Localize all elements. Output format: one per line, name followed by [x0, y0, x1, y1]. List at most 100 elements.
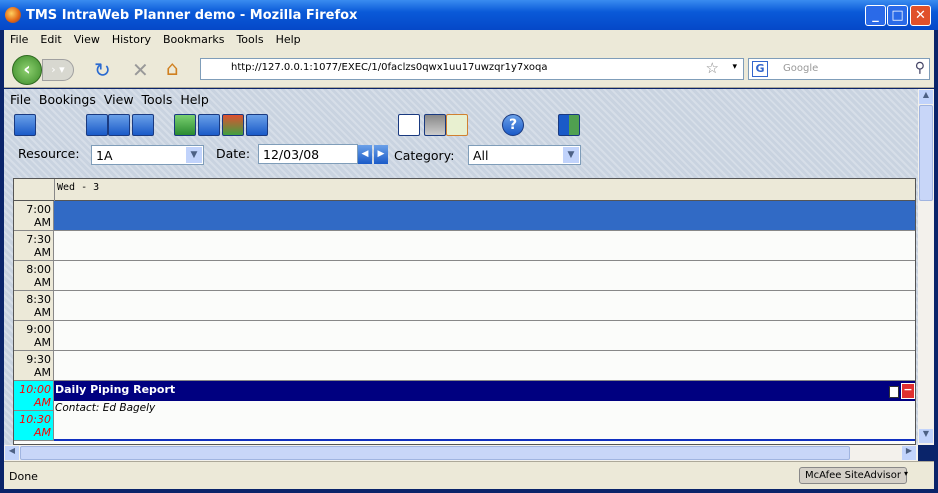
time-slot-row[interactable] [54, 291, 915, 321]
back-button[interactable]: ‹ [12, 55, 42, 85]
resource-value: 1A [96, 148, 113, 163]
vertical-scroll-thumb[interactable] [919, 105, 933, 201]
time-slot-label: 10:30 AM [14, 411, 54, 441]
firefox-icon [5, 7, 21, 23]
event-contact: Contact: Ed Bagely [55, 402, 156, 414]
day-view-icon[interactable] [198, 114, 220, 136]
scroll-right-button[interactable]: ▶ [902, 446, 916, 460]
slot-ampm: AM [33, 336, 51, 349]
next-date-button[interactable]: ▶ [374, 145, 388, 164]
slot-time: 7:30 [26, 233, 51, 246]
refresh-icon[interactable] [174, 114, 196, 136]
time-slot-label: 9:30 AM [14, 351, 54, 381]
window-titlebar: TMS IntraWeb Planner demo - Mozilla Fire… [0, 0, 938, 30]
time-slot-label: 10:00 AM [14, 381, 54, 411]
home-icon[interactable]: ⌂ [166, 56, 179, 80]
menu-file[interactable]: File [4, 30, 34, 46]
checklist-icon[interactable] [398, 114, 420, 136]
month-view-icon[interactable] [246, 114, 268, 136]
slot-time: 10:30 [19, 413, 51, 426]
minimize-button[interactable]: _ [865, 5, 886, 26]
chevron-down-icon[interactable]: ▾ [904, 469, 908, 478]
scroll-down-button[interactable]: ▼ [919, 429, 933, 443]
menu-view[interactable]: View [68, 30, 106, 46]
mcafee-siteadvisor-button[interactable]: McAfee SiteAdvisor [799, 467, 907, 484]
category-value: All [473, 148, 489, 163]
menu-tools[interactable]: Tools [230, 30, 269, 46]
day-header: Wed - 3 [54, 179, 101, 201]
search-icon[interactable]: ⚲ [915, 60, 925, 76]
event-title: Daily Piping Report [54, 381, 915, 401]
app-menu-bookings[interactable]: Bookings [39, 92, 96, 107]
slot-ampm: AM [33, 426, 51, 439]
slot-ampm: AM [33, 216, 51, 229]
exit-icon[interactable] [558, 114, 580, 136]
resource-label: Resource: [18, 146, 80, 161]
time-slot-label: 9:00 AM [14, 321, 54, 351]
slot-ampm: AM [33, 276, 51, 289]
search-booking-icon[interactable] [108, 114, 130, 136]
app-menu-file[interactable]: File [10, 92, 31, 107]
planner-header: Wed - 3 [14, 179, 915, 201]
app-menu-view[interactable]: View [104, 92, 134, 107]
app-menubar: File Bookings View Tools Help [10, 92, 217, 107]
category-select[interactable]: All ▼ [468, 145, 581, 165]
app-menu-tools[interactable]: Tools [142, 92, 173, 107]
url-input[interactable]: http://127.0.0.1:1077/EXEC/1/0faclzs0qwx… [200, 58, 744, 80]
forward-button[interactable]: › ▾ [42, 59, 74, 81]
navigation-toolbar: ‹ › ▾ ↻ ✕ ⌂ http://127.0.0.1:1077/EXEC/1… [4, 50, 934, 88]
menu-bookmarks[interactable]: Bookmarks [157, 30, 230, 46]
google-icon[interactable]: G [752, 61, 768, 77]
vertical-scrollbar[interactable]: ▲ ▼ [918, 89, 934, 445]
stop-icon[interactable]: ✕ [132, 58, 149, 82]
url-text: http://127.0.0.1:1077/EXEC/1/0faclzs0qwx… [231, 62, 548, 73]
category-view-icon[interactable] [222, 114, 244, 136]
resource-select[interactable]: 1A ▼ [91, 145, 204, 165]
calendar-list-icon[interactable] [86, 114, 108, 136]
scroll-up-button[interactable]: ▲ [919, 90, 933, 104]
browser-menubar: File Edit View History Bookmarks Tools Help [4, 30, 934, 50]
reload-icon[interactable]: ↻ [94, 58, 111, 82]
search-next-icon[interactable] [132, 114, 154, 136]
resources-icon[interactable] [424, 114, 446, 136]
slot-time: 8:00 [26, 263, 51, 276]
spreadsheet-icon[interactable] [446, 114, 468, 136]
date-value: 12/03/08 [263, 147, 320, 162]
time-slot-label: 8:00 AM [14, 261, 54, 291]
time-slot-row[interactable] [54, 351, 915, 381]
time-slot-row[interactable] [54, 261, 915, 291]
menu-edit[interactable]: Edit [34, 30, 67, 46]
slot-ampm: AM [33, 306, 51, 319]
document-icon[interactable] [889, 386, 899, 398]
date-input[interactable]: 12/03/08 [258, 144, 358, 164]
bookmark-star-icon[interactable]: ☆ [706, 59, 719, 77]
add-booking-icon[interactable] [14, 114, 36, 136]
time-slot-label: 7:30 AM [14, 231, 54, 261]
maximize-button[interactable]: □ [887, 5, 908, 26]
chevron-down-icon[interactable]: ▾ [732, 62, 737, 72]
search-placeholder: Google [783, 63, 819, 74]
time-slot-row[interactable] [54, 231, 915, 261]
page-content: File Bookings View Tools Help ? Resource: 1A… [4, 89, 918, 445]
close-button[interactable]: ✕ [910, 5, 931, 26]
window-title: TMS IntraWeb Planner demo - Mozilla Fire… [26, 8, 358, 23]
time-slot-row[interactable] [54, 201, 915, 231]
app-menu-help[interactable]: Help [180, 92, 209, 107]
menu-history[interactable]: History [106, 30, 157, 46]
help-icon[interactable]: ? [502, 114, 524, 136]
search-input[interactable]: Google G ⚲ [748, 58, 930, 80]
chevron-down-icon: ▼ [186, 147, 202, 163]
delete-icon[interactable]: − [901, 383, 915, 399]
time-slot-label: 7:00 AM [14, 201, 54, 231]
slot-ampm: AM [33, 396, 51, 409]
planner-grid: Wed - 3 7:00 AM 7:30 AM 8:00 AM 8:30 AM 9:00… [13, 178, 916, 445]
slot-time: 10:00 [19, 383, 51, 396]
time-slot-row[interactable] [54, 321, 915, 351]
booking-event[interactable]: Daily Piping Report − Contact: Ed Bagely [54, 381, 915, 441]
scroll-left-button[interactable]: ◀ [5, 446, 19, 460]
horizontal-scrollbar[interactable]: ◀ ▶ [4, 445, 918, 461]
horizontal-scroll-thumb[interactable] [20, 446, 850, 460]
prev-date-button[interactable]: ◀ [358, 145, 372, 164]
menu-help[interactable]: Help [270, 30, 307, 46]
slot-ampm: AM [33, 246, 51, 259]
